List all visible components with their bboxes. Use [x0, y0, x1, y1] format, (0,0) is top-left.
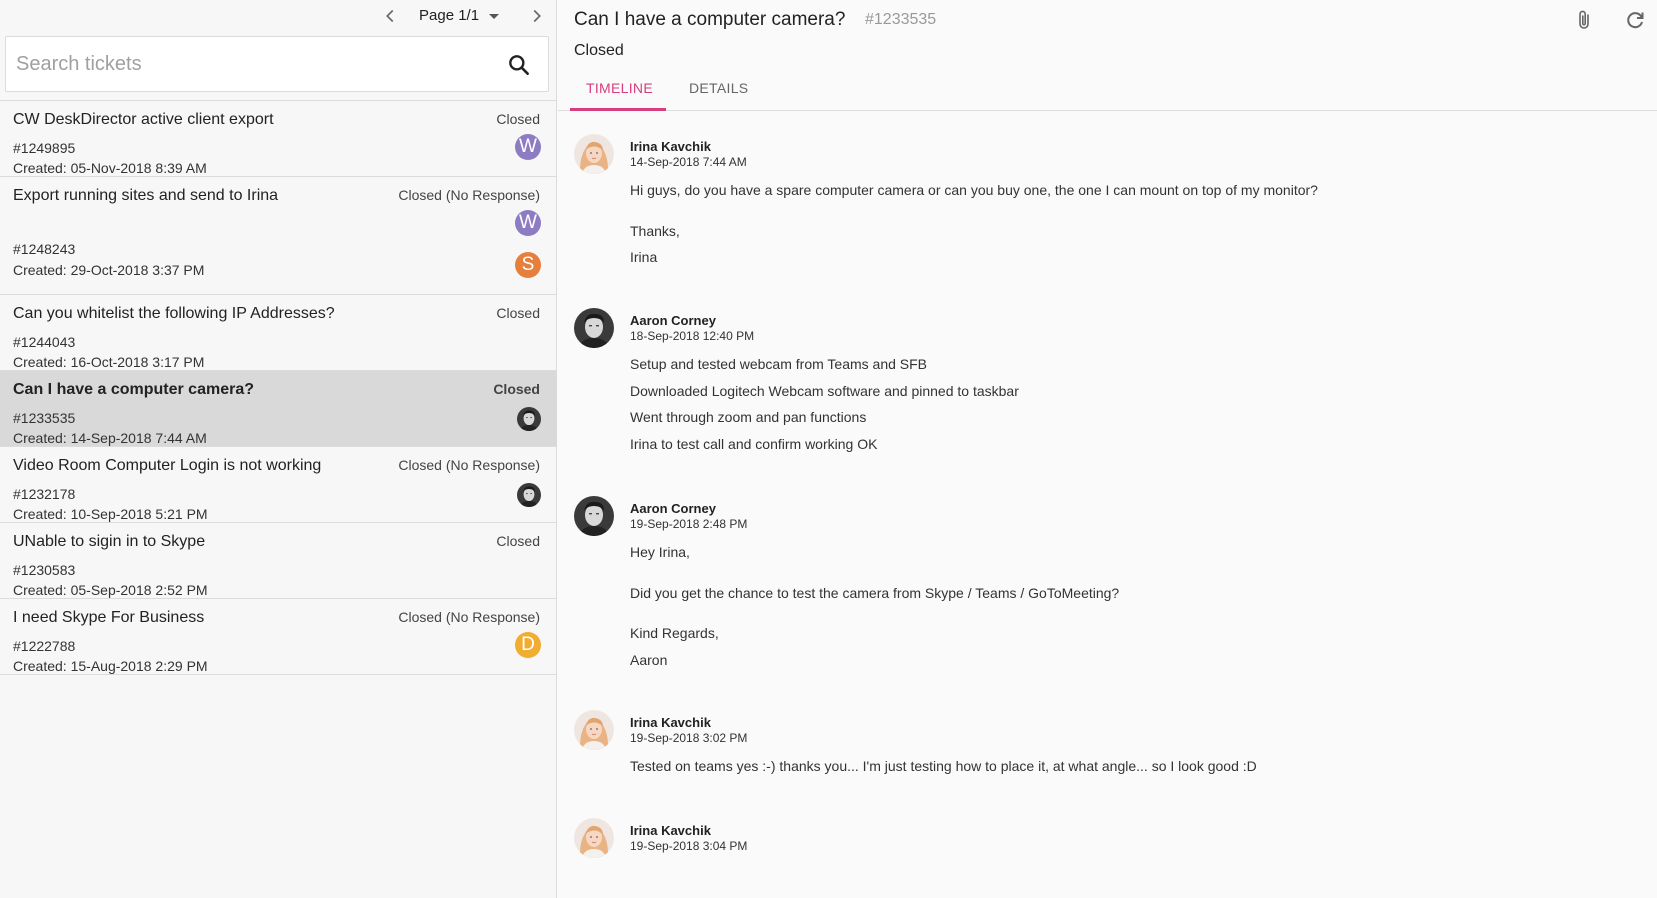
ticket-row-status: Closed [496, 533, 540, 549]
ticket-list-panel: Page 1/1 CW DeskDirector active client e… [0, 0, 557, 898]
ticket-row-created: Created: 14-Sep-2018 7:44 AM [13, 430, 207, 446]
entry-timestamp: 19-Sep-2018 2:48 PM [630, 517, 748, 531]
ticket-row-created: Created: 29-Oct-2018 3:37 PM [13, 262, 205, 278]
ticket-row-created: Created: 15-Aug-2018 2:29 PM [13, 658, 208, 674]
entry-text-line: Irina [630, 249, 658, 265]
ticket-row-created: Created: 10-Sep-2018 5:21 PM [13, 506, 208, 522]
ticket-row-status: Closed [496, 111, 540, 127]
ticket-row-number: #1222788 [13, 638, 76, 654]
avatar: W [515, 210, 541, 236]
entry-author: Irina Kavchik [630, 139, 711, 154]
ticket-row-number: #1232178 [13, 486, 76, 502]
entry-timestamp: 19-Sep-2018 3:02 PM [630, 731, 748, 745]
entry-author: Irina Kavchik [630, 823, 711, 838]
ticket-row-created: Created: 05-Nov-2018 8:39 AM [13, 160, 207, 176]
ticket-row[interactable]: Can you whitelist the following IP Addre… [0, 295, 557, 371]
entry-text-line: Hi guys, do you have a spare computer ca… [630, 182, 1318, 198]
entry-timestamp: 18-Sep-2018 12:40 PM [630, 329, 755, 343]
pager: Page 1/1 [0, 0, 557, 32]
chevron-left-icon[interactable] [379, 5, 401, 27]
search-icon[interactable] [506, 52, 532, 78]
entry-timestamp: 14-Sep-2018 7:44 AM [630, 155, 747, 169]
ticket-row[interactable]: UNable to sigin in to Skype Closed #123058… [0, 523, 557, 599]
ticket-row-title: CW DeskDirector active client export [13, 111, 274, 128]
chevron-right-icon[interactable] [526, 5, 548, 27]
ticket-row-title: Video Room Computer Login is not working [13, 457, 322, 474]
tab-timeline[interactable]: TIMELINE [586, 80, 653, 96]
entry-text-line: Did you get the chance to test the camer… [630, 584, 1120, 601]
author-avatar [574, 308, 614, 348]
avatar: W [515, 134, 541, 160]
ticket-row-created: Created: 16-Oct-2018 3:17 PM [13, 354, 205, 370]
ticket-row-title: Export running sites and send to Irina [13, 187, 279, 204]
ticket-row-number: #1244043 [13, 334, 76, 350]
tab-details[interactable]: DETAILS [689, 80, 748, 96]
ticket-row-title: I need Skype For Business [13, 609, 205, 626]
page-indicator[interactable]: Page 1/1 [419, 7, 479, 24]
author-avatar [574, 710, 614, 750]
entry-text-line: Hey Irina, [630, 544, 690, 560]
paperclip-icon[interactable] [1572, 8, 1596, 32]
ticket-header: Can I have a computer camera? #1233535 C… [558, 0, 1657, 111]
author-avatar [574, 134, 614, 174]
ticket-title: Can I have a computer camera? [574, 9, 846, 30]
entry-text-line: Irina to test call and confirm working O… [630, 435, 878, 452]
ticket-row-status: Closed (No Response) [398, 457, 540, 473]
caret-down-icon[interactable] [486, 8, 502, 24]
entry-author: Aaron Corney [630, 501, 716, 516]
avatar [517, 483, 541, 507]
ticket-row-status: Closed [496, 305, 540, 321]
ticket-row-number: #1230583 [13, 562, 76, 578]
entry-author: Aaron Corney [630, 313, 716, 328]
entry-text-line: Downloaded Logitech Webcam software and … [630, 382, 1019, 399]
entry-text-line: Aaron [630, 651, 668, 668]
avatar: S [515, 252, 541, 278]
search-box [5, 36, 549, 92]
ticket-list: CW DeskDirector active client export Clos… [0, 100, 557, 675]
ticket-row[interactable]: CW DeskDirector active client export Clos… [0, 101, 557, 177]
ticket-row-status: Closed [493, 381, 540, 397]
avatar: D [515, 632, 541, 658]
ticket-row-title: Can I have a computer camera? [13, 381, 254, 398]
ticket-row[interactable]: Export running sites and send to Irina Cl… [0, 177, 557, 295]
avatar [517, 407, 541, 431]
entry-text-line: Setup and tested webcam from Teams and S… [630, 356, 928, 372]
author-avatar [574, 818, 614, 858]
ticket-status: Closed [574, 42, 624, 59]
ticket-row-number: #1249895 [13, 140, 76, 156]
search-input[interactable] [16, 37, 486, 91]
ticket-row[interactable]: Video Room Computer Login is not working… [0, 447, 557, 523]
ticket-row-status: Closed (No Response) [398, 609, 540, 625]
ticket-row-title: Can you whitelist the following IP Addre… [13, 305, 335, 322]
ticket-row-created: Created: 05-Sep-2018 2:52 PM [13, 582, 208, 598]
ticket-row-number: #1248243 [13, 241, 76, 257]
ticket-row-number: #1233535 [13, 410, 76, 426]
ticket-row-title: UNable to sigin in to Skype [13, 533, 206, 550]
entry-author: Irina Kavchik [630, 715, 711, 730]
entry-text-line: Went through zoom and pan functions [630, 409, 867, 425]
entry-timestamp: 19-Sep-2018 3:04 PM [630, 839, 748, 853]
ticket-row[interactable]: Can I have a computer camera? Closed #1233… [0, 371, 557, 447]
ticket-row[interactable]: I need Skype For Business Closed (No Resp… [0, 599, 557, 675]
timeline: Irina Kavchik 14-Sep-2018 7:44 AM Hi guys,… [558, 112, 1657, 898]
ticket-id: #1233535 [865, 11, 937, 28]
entry-text-line: Tested on teams yes :-) thanks you... I'… [630, 758, 1257, 774]
active-tab-indicator [570, 108, 666, 111]
ticket-detail-panel: Can I have a computer camera? #1233535 C… [558, 0, 1657, 898]
author-avatar [574, 496, 614, 536]
refresh-icon[interactable] [1623, 8, 1647, 32]
entry-text-line: Kind Regards, [630, 625, 719, 641]
ticket-row-status: Closed (No Response) [398, 187, 540, 203]
entry-text-line: Thanks, [630, 222, 680, 239]
